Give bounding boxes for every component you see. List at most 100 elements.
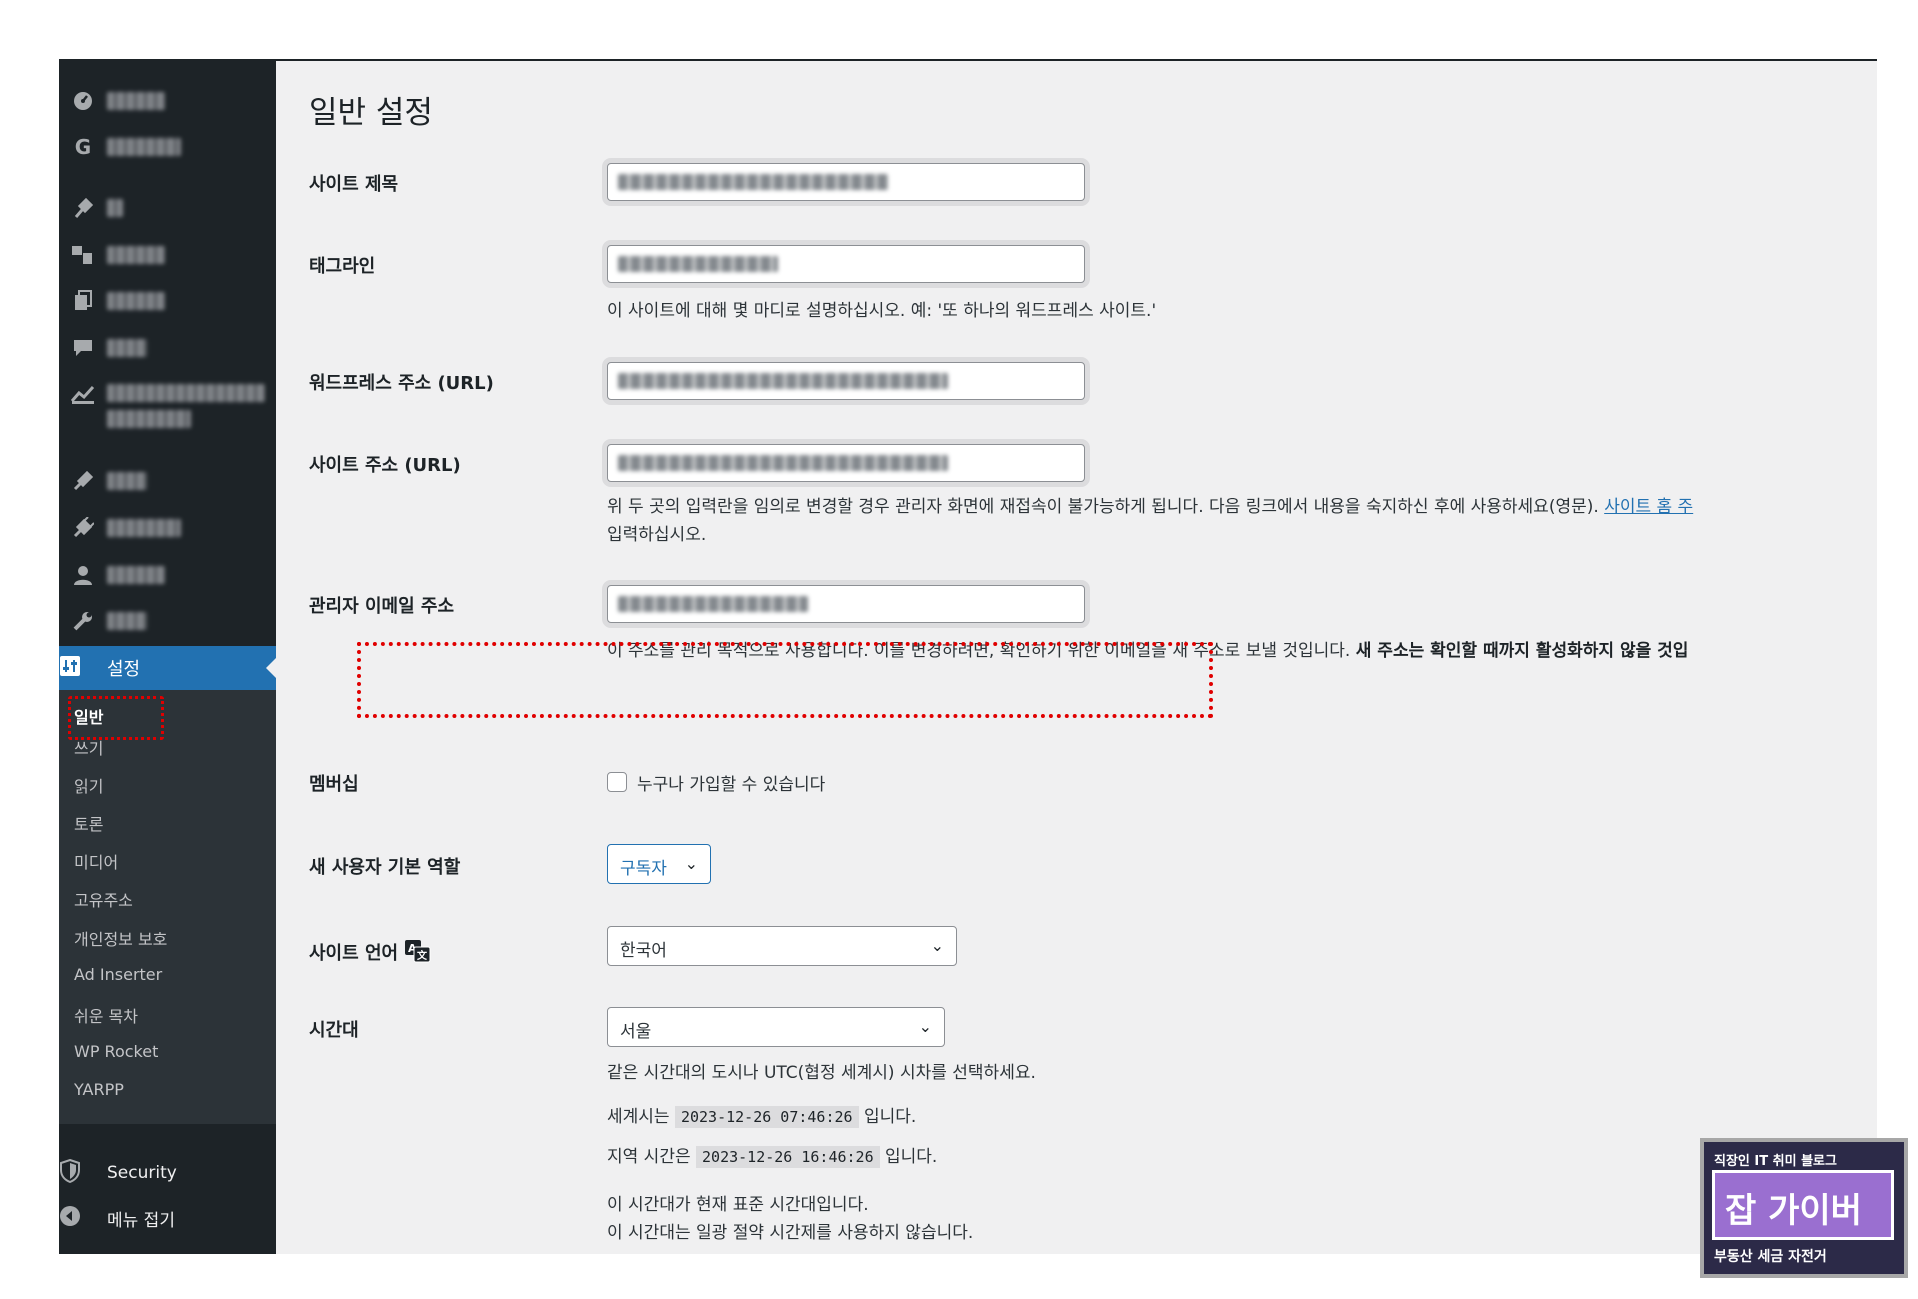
wordpress-url-input[interactable] [607,362,1085,400]
nav-plugin-analytics[interactable] [59,374,276,436]
submenu-permalinks[interactable]: 고유주소 [74,887,133,911]
main-content: 일반 설정 사이트 제목 태그라인 이 사이트에 대해 몇 마디로 설명하십시오… [276,61,1877,1254]
timezone-select[interactable]: 서울 ⌄ [607,1007,945,1047]
blurred-label [107,472,147,490]
media-icon [71,243,95,267]
comment-icon [71,336,95,360]
chart-icon [71,382,95,406]
blurred-label [107,199,123,217]
collapse-menu-label: 메뉴 접기 [107,1210,175,1231]
current-arrow [266,658,276,678]
local-prefix: 지역 시간은 [607,1147,691,1167]
utc-time-line: 세계시는 2023-12-26 07:46:26 입니다. [607,1102,916,1128]
nav-dashboard[interactable] [59,81,276,121]
watermark-main-text: 잡 가이버 [1725,1191,1862,1231]
user-icon [71,563,95,587]
collapse-icon [59,1205,81,1231]
nav-tools[interactable] [59,601,276,641]
site-url-input[interactable] [607,444,1085,482]
nav-security-label: Security [107,1163,177,1183]
pin-icon [71,196,95,220]
submenu-reading[interactable]: 읽기 [74,773,103,797]
nav-settings-label: 설정 [107,659,141,680]
nav-posts[interactable] [59,188,276,228]
submenu-discussion[interactable]: 토론 [74,811,103,835]
chevron-down-icon: ⌄ [918,1017,932,1036]
dst-note: 이 시간대는 일광 절약 시간제를 사용하지 않습니다. [607,1223,974,1243]
blurred-value [618,596,808,612]
timezone-label: 시간대 [309,1020,359,1041]
nav-plugins[interactable] [59,508,276,548]
wordpress-url-label: 워드프레스 주소 (URL) [309,373,494,394]
url-description: 위 두 곳의 입력란을 임의로 변경할 경우 관리자 화면에 재접속이 불가능하… [607,492,1693,517]
default-role-select[interactable]: 구독자 ⌄ [607,844,711,884]
site-language-label: 사이트 언어 A文 [309,935,432,965]
nav-appearance[interactable] [59,461,276,501]
translate-icon: A文 [404,939,432,963]
brush-icon [71,469,95,493]
utc-suffix: 입니다. [863,1107,917,1127]
timezone-description: 같은 시간대의 도시나 UTC(협정 세계시) 시차를 선택하세요. [607,1063,1036,1083]
blog-watermark-logo: 직장인 IT 취미 블로그 잡 가이버 부동산 세금 자전거 [1700,1138,1908,1278]
nav-media[interactable] [59,235,276,275]
submenu-yarpp[interactable]: YARPP [74,1080,124,1099]
blurred-label [107,519,181,537]
submenu-easy-toc[interactable]: 쉬운 목차 [74,1003,138,1027]
blurred-label [107,339,147,357]
site-language-label-text: 사이트 언어 [309,943,399,964]
chevron-down-icon: ⌄ [684,854,698,873]
site-language-value: 한국어 [620,941,667,961]
default-role-label: 새 사용자 기본 역할 [309,857,461,878]
blurred-value [618,455,948,471]
nav-google[interactable]: G [59,127,276,167]
plugin-icon [71,516,95,540]
page-title: 일반 설정 [309,95,433,131]
google-icon: G [74,135,92,159]
wp-admin-window: G 설정 일반 쓰기 읽기 토론 미디어 고유주소 개인정보 보호 Ad Ins… [59,59,1877,1254]
site-home-link[interactable]: 사이트 홈 주 [1604,497,1693,517]
submenu-ad-inserter[interactable]: Ad Inserter [74,965,162,984]
collapse-menu-button[interactable]: 메뉴 접기 [59,1198,276,1238]
site-title-input[interactable] [607,163,1085,201]
utc-time: 2023-12-26 07:46:26 [674,1106,859,1128]
local-suffix: 입니다. [885,1147,938,1167]
url-description-line2: 입력하십시오. [607,525,707,545]
nav-security[interactable]: Security [59,1153,276,1193]
general-highlight-box [68,696,164,740]
site-url-label: 사이트 주소 (URL) [309,455,461,476]
tagline-input[interactable] [607,245,1085,283]
nav-settings[interactable]: 설정 [59,646,276,690]
tagline-description: 이 사이트에 대해 몇 마디로 설명하십시오. 예: '또 하나의 워드프레스 … [607,301,1157,321]
membership-checkbox-label[interactable]: 누구나 가입할 수 있습니다 [637,770,825,795]
admin-email-label: 관리자 이메일 주소 [309,596,455,617]
nav-users[interactable] [59,555,276,595]
watermark-box: 잡 가이버 [1712,1170,1894,1240]
blurred-value [618,373,948,389]
chevron-down-icon: ⌄ [930,936,944,955]
submenu-wp-rocket[interactable]: WP Rocket [74,1042,158,1061]
settings-submenu: 일반 쓰기 읽기 토론 미디어 고유주소 개인정보 보호 Ad Inserter… [59,690,276,1124]
admin-email-input[interactable] [607,585,1085,623]
watermark-top-text: 직장인 IT 취미 블로그 [1714,1154,1837,1169]
blurred-label [107,612,147,630]
svg-text:文: 文 [417,949,428,962]
blurred-label [107,410,191,428]
blurred-value [618,174,888,190]
nav-comments[interactable] [59,328,276,368]
local-time-line: 지역 시간은 2023-12-26 16:46:26 입니다. [607,1142,937,1168]
nav-pages[interactable] [59,281,276,321]
dashboard-icon [71,89,95,113]
membership-checkbox[interactable] [607,772,627,792]
site-language-select[interactable]: 한국어 ⌄ [607,926,957,966]
blurred-label [107,246,165,264]
url-description-text: 위 두 곳의 입력란을 임의로 변경할 경우 관리자 화면에 재접속이 불가능하… [607,497,1599,517]
admin-email-description-bold: 새 주소는 확인할 때까지 활성화하지 않을 것입 [1355,641,1689,661]
tagline-label: 태그라인 [309,256,376,277]
submenu-media[interactable]: 미디어 [74,849,118,873]
wrench-icon [71,609,95,633]
submenu-privacy[interactable]: 개인정보 보호 [74,926,167,950]
shield-icon [59,1158,81,1187]
settings-icon [59,655,81,681]
blurred-value [618,256,778,272]
watermark-bottom-text: 부동산 세금 자전거 [1714,1249,1827,1265]
